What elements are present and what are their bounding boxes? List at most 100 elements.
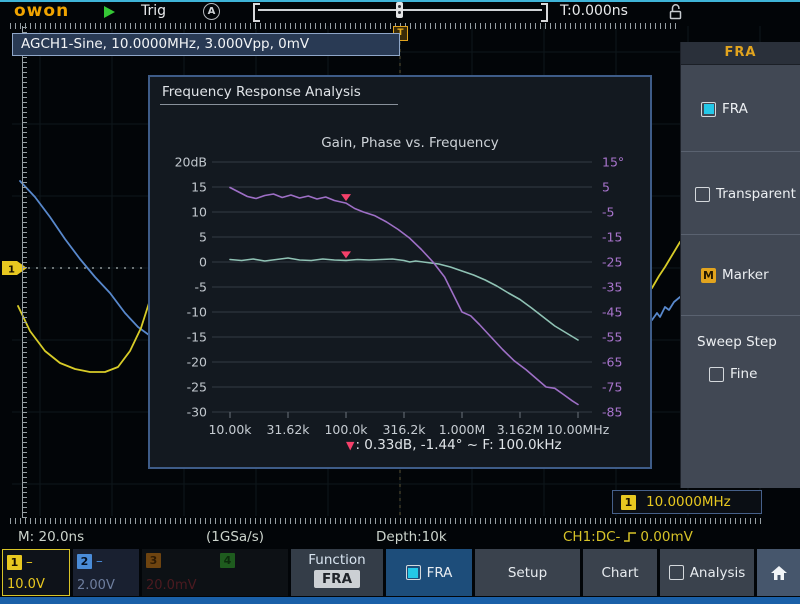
left-axis-tick-label: 15 xyxy=(191,180,207,195)
frequency-value: 10.0000MHz xyxy=(646,494,731,510)
left-axis-tick-label: -15 xyxy=(187,330,207,345)
x-axis-tick-label: 10.00k xyxy=(208,422,252,437)
left-ruler-ticks xyxy=(23,26,27,518)
sidebar-item-marker[interactable]: M Marker xyxy=(681,235,800,316)
menu-tab-fra[interactable]: FRA xyxy=(386,549,472,596)
right-axis-tick-label: -65 xyxy=(602,355,622,370)
menu-tab-setup[interactable]: Setup xyxy=(475,549,580,596)
marker-triangle-icon: ▼ xyxy=(346,439,354,452)
side-menu-header: FRA xyxy=(681,42,800,65)
channel1-badge: 1 xyxy=(621,495,636,510)
sidebar-item-fra[interactable]: FRA xyxy=(681,65,800,152)
generator-signal-info: AGCH1-Sine, 10.0000MHz, 3.000Vpp, 0mV xyxy=(12,33,400,56)
analysis-checkbox[interactable] xyxy=(669,565,684,580)
home-button[interactable] xyxy=(757,549,800,596)
trigger-level-value: 0.00mV xyxy=(640,527,692,547)
fra-tab-checkbox[interactable] xyxy=(406,565,421,580)
transparent-label: Transparent xyxy=(716,186,796,202)
ch2-coupling: – xyxy=(96,553,103,569)
fra-dialog: Frequency Response Analysis Gain, Phase … xyxy=(148,75,652,469)
right-axis-tick-label: -25 xyxy=(602,255,622,270)
ch2-waveform xyxy=(652,297,680,320)
ch1-badge: 1 xyxy=(7,555,22,570)
right-axis-tick-label: 15° xyxy=(602,155,624,170)
trigger-source-label: CH1:DC- xyxy=(563,527,620,547)
setup-label: Setup xyxy=(508,565,547,581)
ch3-scale: 20.0mV xyxy=(146,578,197,593)
x-axis-tick-label: 100.0k xyxy=(324,422,368,437)
left-axis-tick-label: -30 xyxy=(187,405,207,420)
right-axis-tick-label: -35 xyxy=(602,280,622,295)
left-axis-tick-label: 0 xyxy=(199,255,207,270)
unlock-icon[interactable] xyxy=(667,3,685,20)
marker-readout-text: : 0.33dB, -1.44° ~ F: 100.0kHz xyxy=(355,437,561,453)
right-axis-tick-label: 5 xyxy=(602,180,610,195)
top-ruler xyxy=(10,23,680,29)
bottom-edge-strip xyxy=(0,597,800,604)
function-value-chip: FRA xyxy=(314,570,360,588)
left-axis-tick-label: -25 xyxy=(187,380,207,395)
fra-side-menu: FRA FRA Transparent M Marker Sweep Step xyxy=(680,42,800,488)
function-label: Function xyxy=(291,552,383,568)
hpos-slider-handle[interactable] xyxy=(396,2,403,18)
channel2-menu-box[interactable]: 2 – 2.00V xyxy=(73,549,139,596)
owon-logo: owon xyxy=(14,1,69,21)
ch2-scale: 2.00V xyxy=(77,578,115,593)
analysis-label: Analysis xyxy=(690,565,746,581)
right-axis-tick-label: -5 xyxy=(602,205,614,220)
hpos-slider-left-bracket xyxy=(253,3,260,22)
timebase-readout: M: 20.0ns xyxy=(18,527,84,547)
marker-readout: ▼: 0.33dB, -1.44° ~ F: 100.0kHz xyxy=(346,437,562,453)
gain_dB-curve xyxy=(230,258,578,340)
left-axis-tick-label: 10 xyxy=(191,205,207,220)
home-icon xyxy=(770,565,788,581)
sidebar-item-transparent[interactable]: Transparent xyxy=(681,152,800,235)
chart-label: Chart xyxy=(601,565,638,581)
transparent-checkbox[interactable] xyxy=(695,187,710,202)
right-axis-tick-label: -55 xyxy=(602,330,622,345)
fra-checkbox[interactable] xyxy=(701,102,716,117)
function-menu-box[interactable]: Function FRA xyxy=(291,549,383,596)
ch4-badge: 4 xyxy=(220,553,235,568)
rising-edge-icon xyxy=(623,530,637,544)
right-axis-tick-label: -15 xyxy=(602,230,622,245)
channel3-channel4-menu-box[interactable]: 3 4 20.0mV xyxy=(142,549,288,596)
x-axis-tick-label: 1.000M xyxy=(439,422,486,437)
oscilloscope-screen: 1 owon Trig A T:0.000ns T AGCH1-Sine, 10… xyxy=(0,0,800,604)
fra-tab-label: FRA xyxy=(427,565,453,581)
ch2-badge: 2 xyxy=(77,554,92,569)
x-axis-tick-label: 316.2k xyxy=(382,422,426,437)
x-axis-tick-label: 10.00MHz xyxy=(547,422,610,437)
menu-tab-analysis[interactable]: Analysis xyxy=(660,549,754,596)
fine-label: Fine xyxy=(730,366,757,382)
right-axis-tick-label: -85 xyxy=(602,405,622,420)
left-axis-tick-label: 5 xyxy=(199,230,207,245)
channel1-menu-box[interactable]: 1 – 10.0V xyxy=(2,549,70,596)
phase_deg-curve xyxy=(230,188,578,405)
fra-label: FRA xyxy=(722,101,748,117)
sidebar-item-sweep-step[interactable]: Sweep Step Fine xyxy=(681,316,800,412)
sample-rate-readout: (1GSa/s) xyxy=(206,527,264,547)
run-play-icon[interactable] xyxy=(104,6,115,18)
ch1-waveform xyxy=(652,242,680,288)
ch3-badge: 3 xyxy=(146,553,161,568)
right-axis-tick-label: -75 xyxy=(602,380,622,395)
ch1-waveform xyxy=(18,303,149,372)
hpos-slider-right-bracket xyxy=(541,3,548,22)
x-axis-tick-label: 3.162M xyxy=(497,422,544,437)
right-axis-tick-label: -45 xyxy=(602,305,622,320)
ch1-position-marker-label: 1 xyxy=(8,265,15,276)
menu-tab-chart[interactable]: Chart xyxy=(583,549,657,596)
left-axis-tick-label: -5 xyxy=(195,280,207,295)
left-axis-tick-label: -10 xyxy=(187,305,207,320)
ch1-coupling: – xyxy=(26,554,33,570)
fine-checkbox[interactable] xyxy=(709,367,724,382)
memory-depth-readout: Depth:10k xyxy=(376,527,447,547)
ch1-scale: 10.0V xyxy=(7,577,45,592)
auto-trigger-icon[interactable]: A xyxy=(203,3,220,20)
trig-status-label: Trig xyxy=(141,3,166,19)
trigger-time-position: T:0.000ns xyxy=(560,3,628,19)
x-axis-tick-label: 31.62k xyxy=(266,422,310,437)
sweep-step-label: Sweep Step xyxy=(697,334,777,350)
bottom-ruler xyxy=(10,518,762,524)
